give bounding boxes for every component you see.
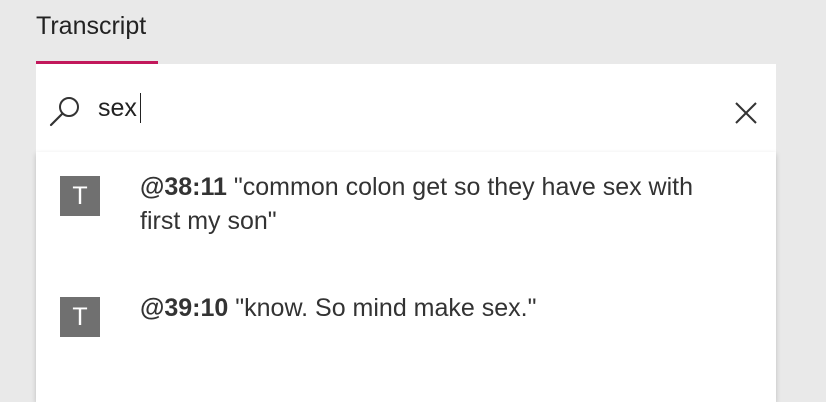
close-icon[interactable] [731, 98, 761, 128]
search-input[interactable] [98, 90, 658, 126]
search-box [36, 64, 776, 153]
result-timestamp: @38:11 [140, 173, 227, 201]
search-results-dropdown: T @38:11 "common colon get so they have … [36, 152, 776, 402]
transcript-panel: T @38:11 "common colon get so they have … [36, 64, 776, 402]
tab-bar: Transcript [36, 0, 158, 64]
search-result-item[interactable]: T @38:11 "common colon get so they have … [36, 173, 776, 256]
transcript-type-icon: T [60, 176, 100, 216]
result-text: @38:11 "common colon get so they have se… [140, 170, 740, 238]
result-snippet: "know. So mind make sex." [228, 294, 537, 322]
result-text: @39:10 "know. So mind make sex." [140, 291, 740, 325]
search-icon [49, 97, 79, 127]
tab-transcript[interactable]: Transcript [36, 0, 158, 64]
tab-transcript-label: Transcript [36, 12, 147, 40]
text-caret [140, 93, 141, 123]
transcript-type-icon: T [60, 297, 100, 337]
search-result-item[interactable]: T @39:10 "know. So mind make sex." [36, 294, 776, 357]
result-timestamp: @39:10 [140, 294, 229, 322]
